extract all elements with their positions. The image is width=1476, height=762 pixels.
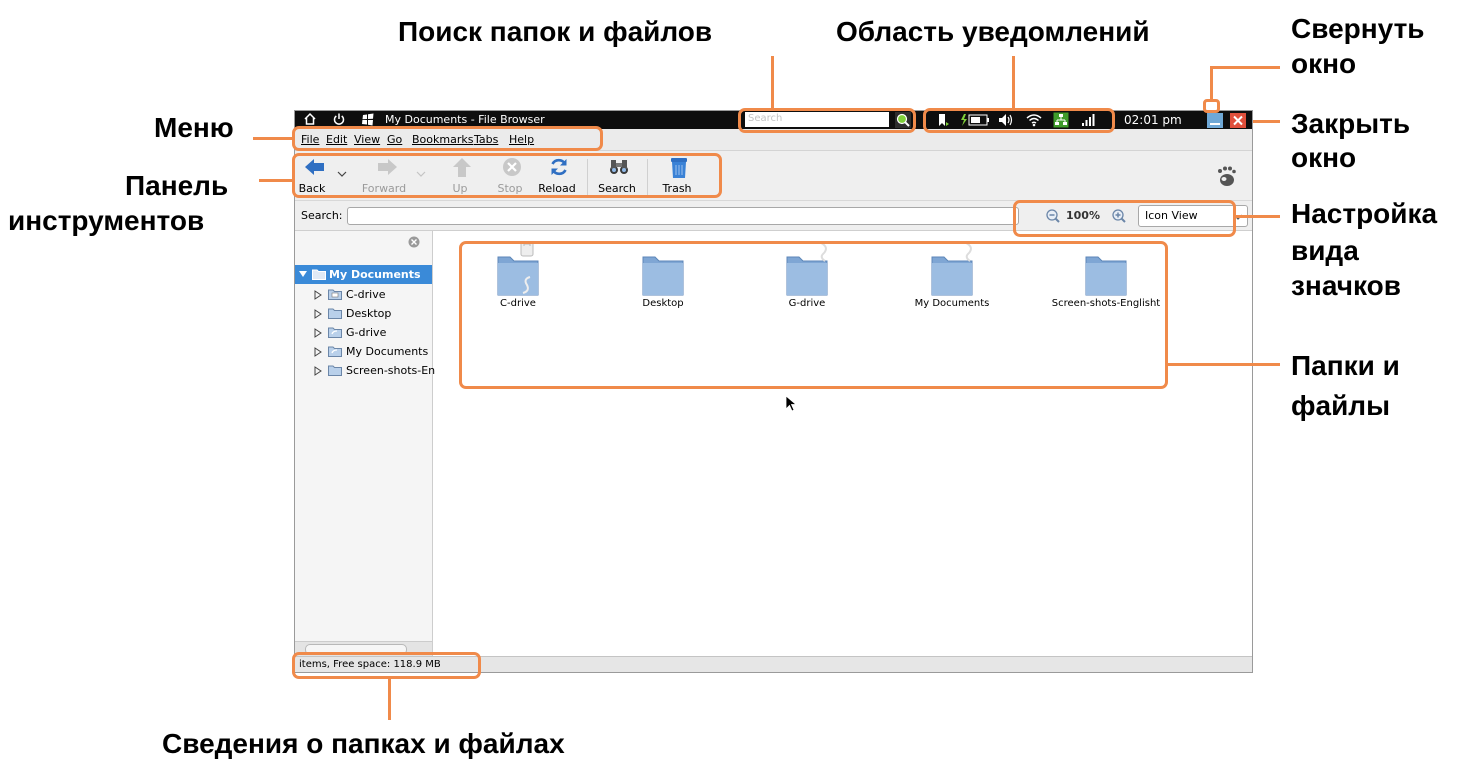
minimize-button[interactable]: [1207, 113, 1223, 128]
annotation-close-line2: окно: [1291, 142, 1357, 173]
tree-item-screen-shots[interactable]: Screen-shots-En: [295, 361, 435, 380]
linked-folder-icon: [328, 326, 342, 341]
folder-icon: [328, 364, 342, 379]
collapsed-triangle-icon[interactable]: [314, 328, 322, 341]
drive-folder-icon: [328, 288, 342, 303]
collapsed-triangle-icon[interactable]: [314, 347, 322, 360]
callout-box-folders: [459, 241, 1168, 389]
tree-item-c-drive[interactable]: C-drive: [295, 285, 432, 304]
mouse-pointer-icon: [785, 395, 798, 417]
annotation-folders-line1: Папки и: [1291, 350, 1400, 381]
annotation-search: Поиск папок и файлов: [398, 16, 713, 47]
close-button[interactable]: [1230, 113, 1246, 128]
leader-line-folders: [1168, 363, 1280, 366]
annotation-minimize-line1: Свернуть: [1291, 13, 1425, 44]
window-title: My Documents - File Browser: [385, 113, 545, 126]
tree-item-desktop[interactable]: Desktop: [295, 304, 432, 323]
location-search-field[interactable]: [347, 207, 1019, 225]
collapsed-triangle-icon[interactable]: [314, 290, 322, 303]
folder-icon: [312, 268, 326, 283]
tree-item-g-drive[interactable]: G-drive: [295, 323, 432, 342]
annotation-view-line2: вида: [1291, 235, 1359, 266]
leader-line-info: [388, 678, 391, 720]
annotation-folders-line2: файлы: [1291, 390, 1390, 421]
tree-item-my-documents[interactable]: My Documents: [295, 342, 432, 361]
leader-line-close: [1253, 120, 1280, 123]
callout-box-menu: [292, 126, 603, 151]
callout-box-info: [292, 652, 481, 679]
annotation-toolbar-line2: инструментов: [8, 205, 205, 236]
annotation-view-line3: значков: [1291, 270, 1401, 301]
callout-box-notifications: [923, 108, 1115, 133]
annotation-close-line1: Закрыть: [1291, 108, 1411, 139]
callout-box-view: [1013, 200, 1236, 237]
folder-icon: [328, 307, 342, 322]
leader-line-minimize-v: [1210, 66, 1213, 101]
annotation-minimize-line2: окно: [1291, 48, 1357, 79]
close-sidebar-icon[interactable]: [408, 236, 420, 251]
clock: 02:01 pm: [1124, 113, 1182, 127]
callout-box-toolbar: [292, 153, 722, 198]
expanded-triangle-icon[interactable]: [298, 269, 308, 282]
leader-line-search: [771, 56, 774, 110]
annotation-info: Сведения о папках и файлах: [162, 728, 565, 759]
annotation-toolbar-line1: Панель: [125, 170, 229, 201]
collapsed-triangle-icon[interactable]: [314, 366, 322, 379]
callout-box-search: [738, 108, 916, 133]
tree-root-my-documents[interactable]: My Documents: [295, 265, 432, 284]
gnome-foot-icon: [1215, 165, 1237, 191]
leader-line-notifications: [1012, 56, 1015, 110]
annotation-menu: Меню: [154, 112, 234, 143]
linked-folder-icon: [328, 345, 342, 360]
collapsed-triangle-icon[interactable]: [314, 309, 322, 322]
sidebar-tree: My Documents C-drive Desktop G-drive My …: [295, 231, 435, 656]
leader-line-menu: [253, 137, 294, 140]
leader-line-minimize-h: [1210, 66, 1280, 69]
leader-line-toolbar: [259, 179, 294, 182]
annotation-notifications: Область уведомлений: [836, 16, 1150, 47]
annotation-view-line1: Настройка: [1291, 198, 1438, 229]
search-label: Search:: [301, 209, 343, 222]
leader-line-view: [1236, 215, 1280, 218]
callout-box-minimize: [1203, 99, 1220, 113]
